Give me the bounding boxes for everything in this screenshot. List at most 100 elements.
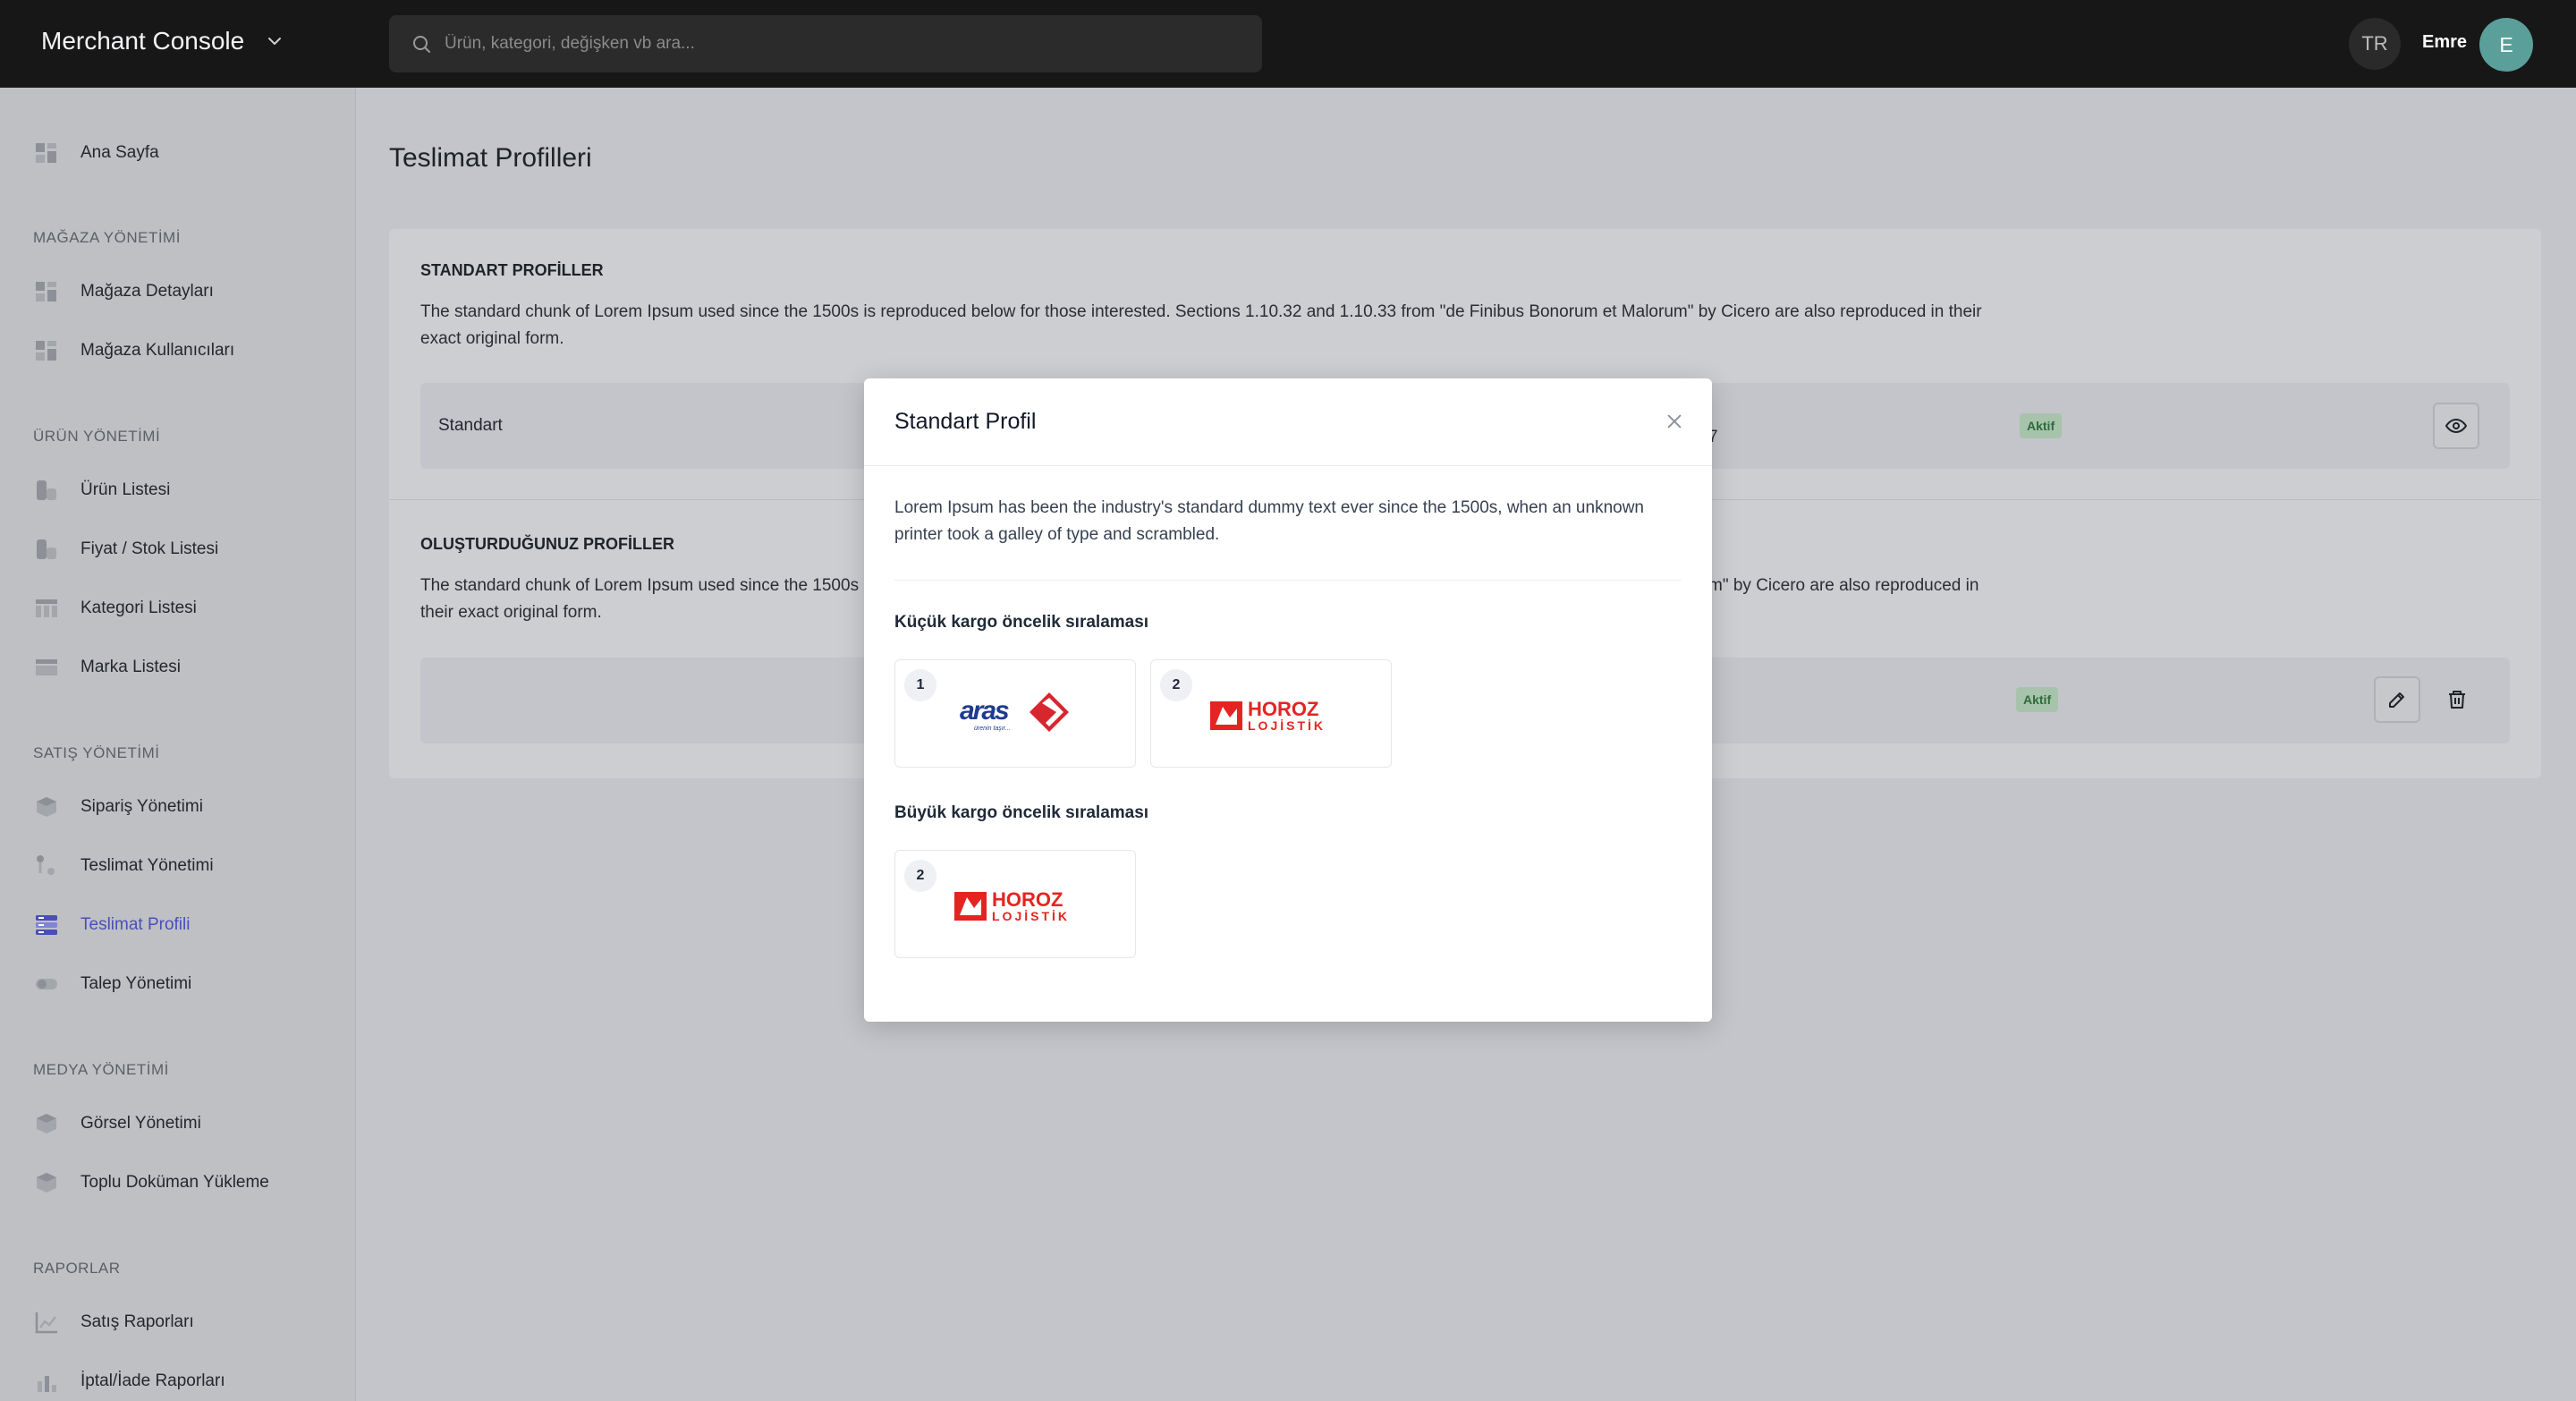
modal-divider bbox=[864, 465, 1712, 466]
toggle-icon bbox=[34, 972, 59, 997]
chevron-down-icon bbox=[268, 38, 282, 45]
sidebar-item-label: Mağaza Detayları bbox=[80, 282, 214, 301]
sidebar-item-label: Fiyat / Stok Listesi bbox=[80, 539, 219, 558]
priority-rank: 2 bbox=[1160, 669, 1192, 701]
sidebar-item-label: Ürün Listesi bbox=[80, 480, 171, 499]
custom-profiles-description-right: m" by Cicero are also reproduced in bbox=[1708, 576, 1979, 595]
sidebar-item-brand-list[interactable]: Marka Listesi bbox=[34, 651, 181, 684]
delete-button[interactable] bbox=[2442, 684, 2472, 715]
sidebar-item-request-management[interactable]: Talep Yönetimi bbox=[34, 968, 191, 1000]
search-bar[interactable] bbox=[389, 15, 1262, 72]
product-icon bbox=[34, 478, 59, 503]
sidebar-item-label: Kategori Listesi bbox=[80, 599, 197, 617]
standard-profiles-description: The standard chunk of Lorem Ipsum used s… bbox=[420, 302, 1982, 348]
sidebar-item-delivery-management[interactable]: Teslimat Yönetimi bbox=[34, 850, 214, 882]
app-switcher[interactable]: Merchant Console bbox=[41, 27, 285, 55]
sidebar: Ana Sayfa MAĞAZA YÖNETİMİ Mağaza Detayla… bbox=[0, 88, 356, 1401]
logo-text: aras bbox=[960, 696, 1009, 726]
standard-profile-modal: Standart Profil Lorem Ipsum has been the… bbox=[864, 378, 1712, 1022]
sidebar-item-store-users[interactable]: Mağaza Kullanıcıları bbox=[34, 335, 234, 367]
sidebar-item-label: İptal/İade Raporları bbox=[80, 1371, 225, 1390]
profile-name: Standart bbox=[438, 416, 503, 435]
box-icon bbox=[34, 1170, 59, 1195]
logo-text: HOROZ bbox=[992, 888, 1063, 911]
sidebar-item-order-management[interactable]: Sipariş Yönetimi bbox=[34, 791, 203, 823]
search-icon bbox=[411, 33, 432, 55]
sidebar-item-image-management[interactable]: Görsel Yönetimi bbox=[34, 1108, 201, 1140]
sidebar-item-label: Görsel Yönetimi bbox=[80, 1114, 201, 1133]
box-icon bbox=[34, 1111, 59, 1136]
sidebar-item-label: Teslimat Profili bbox=[80, 915, 191, 934]
dashboard-icon bbox=[34, 279, 59, 304]
list-icon bbox=[34, 655, 59, 680]
close-button[interactable] bbox=[1662, 409, 1687, 434]
table-icon bbox=[34, 596, 59, 621]
modal-description: Lorem Ipsum has been the industry's stan… bbox=[894, 498, 1644, 544]
trash-icon bbox=[2449, 691, 2465, 709]
logo-subtext: LOJİSTİK bbox=[992, 909, 1070, 923]
sidebar-item-category-list[interactable]: Kategori Listesi bbox=[34, 592, 197, 624]
pencil-icon bbox=[2389, 692, 2404, 708]
sidebar-item-label: Teslimat Yönetimi bbox=[80, 856, 214, 875]
sidebar-item-label: Ana Sayfa bbox=[80, 143, 159, 162]
line-chart-icon bbox=[34, 1310, 59, 1335]
section-title-sales: SATIŞ YÖNETİMİ bbox=[33, 744, 160, 761]
sidebar-item-home[interactable]: Ana Sayfa bbox=[34, 137, 159, 169]
server-icon bbox=[34, 913, 59, 938]
status-badge: Aktif bbox=[2020, 413, 2063, 438]
section-title-reports: RAPORLAR bbox=[33, 1260, 121, 1277]
sidebar-item-price-stock[interactable]: Fiyat / Stok Listesi bbox=[34, 533, 218, 565]
standard-profiles-heading: STANDART PROFİLLER bbox=[420, 261, 604, 279]
edit-button[interactable] bbox=[2374, 676, 2420, 723]
logo-tagline: ürenin taşır... bbox=[974, 726, 1011, 732]
sidebar-item-label: Sipariş Yönetimi bbox=[80, 797, 203, 816]
sidebar-item-label: Talep Yönetimi bbox=[80, 974, 192, 993]
eye-icon bbox=[2445, 418, 2467, 434]
logo-subtext: LOJİSTİK bbox=[1248, 718, 1326, 733]
priority-rank: 2 bbox=[904, 860, 936, 892]
sidebar-item-sales-reports[interactable]: Satış Raporları bbox=[34, 1306, 194, 1338]
user-name[interactable]: Emre bbox=[2422, 32, 2467, 53]
sidebar-item-label: Toplu Doküman Yükleme bbox=[80, 1173, 269, 1192]
sidebar-item-bulk-document-upload[interactable]: Toplu Doküman Yükleme bbox=[34, 1167, 269, 1199]
carrier-card[interactable]: 1 aras ürenin taşır... bbox=[894, 659, 1136, 768]
custom-profiles-description-left: The standard chunk of Lorem Ipsum used s… bbox=[420, 576, 860, 595]
dashboard-icon bbox=[34, 338, 59, 363]
large-cargo-priority-heading: Büyük kargo öncelik sıralaması bbox=[894, 803, 1149, 822]
product-icon bbox=[34, 537, 59, 562]
app-title: Merchant Console bbox=[41, 27, 245, 55]
sidebar-item-label: Satış Raporları bbox=[80, 1312, 194, 1331]
section-title-media: MEDYA YÖNETİMİ bbox=[33, 1061, 169, 1078]
section-title-store: MAĞAZA YÖNETİMİ bbox=[33, 229, 181, 246]
carrier-card[interactable]: 2 HOROZ LOJİSTİK bbox=[1150, 659, 1392, 768]
top-bar: Merchant Console TR Emre E bbox=[0, 0, 2576, 88]
box-icon bbox=[34, 794, 59, 819]
custom-profiles-heading: OLUŞTURDUĞUNUZ PROFİLLER bbox=[420, 535, 674, 553]
aras-kargo-logo: aras ürenin taşır... bbox=[949, 680, 1092, 751]
sidebar-item-delivery-profile[interactable]: Teslimat Profili bbox=[34, 909, 190, 941]
bar-chart-icon bbox=[34, 1369, 59, 1394]
modal-title: Standart Profil bbox=[894, 409, 1037, 434]
section-title-products: ÜRÜN YÖNETİMİ bbox=[33, 428, 161, 445]
search-input[interactable] bbox=[445, 34, 1250, 54]
sidebar-item-cancel-return-reports[interactable]: İptal/İade Raporları bbox=[34, 1365, 225, 1397]
modal-divider bbox=[894, 580, 1682, 581]
sidebar-item-product-list[interactable]: Ürün Listesi bbox=[34, 474, 170, 506]
dashboard-icon bbox=[34, 140, 59, 166]
horoz-lojistik-logo: HOROZ LOJİSTİK bbox=[1205, 680, 1348, 751]
language-switcher[interactable]: TR bbox=[2349, 18, 2401, 70]
priority-rank: 1 bbox=[904, 669, 936, 701]
logo-text: HOROZ bbox=[1248, 698, 1318, 720]
page-title: Teslimat Profilleri bbox=[389, 143, 592, 173]
carrier-card[interactable]: 2 HOROZ LOJİSTİK bbox=[894, 850, 1136, 958]
route-icon bbox=[34, 853, 59, 879]
avatar[interactable]: E bbox=[2479, 18, 2533, 72]
small-cargo-priority-heading: Küçük kargo öncelik sıralaması bbox=[894, 613, 1149, 632]
sidebar-item-label: Mağaza Kullanıcıları bbox=[80, 341, 235, 360]
sidebar-item-store-details[interactable]: Mağaza Detayları bbox=[34, 276, 214, 308]
status-badge: Aktif bbox=[2016, 687, 2059, 712]
horoz-lojistik-logo: HOROZ LOJİSTİK bbox=[949, 870, 1092, 942]
close-icon bbox=[1667, 414, 1682, 429]
sidebar-item-label: Marka Listesi bbox=[80, 658, 181, 676]
view-button[interactable] bbox=[2433, 403, 2479, 449]
